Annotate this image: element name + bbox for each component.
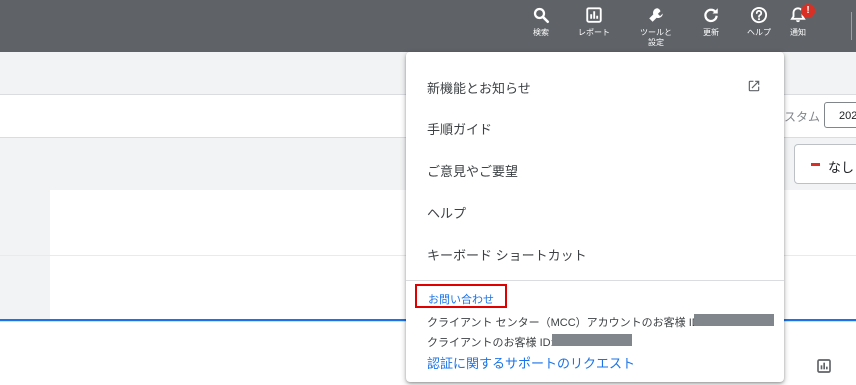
refresh-button[interactable]: 更新	[687, 6, 735, 38]
chart-icon[interactable]	[816, 358, 832, 374]
search-button[interactable]: 検索	[517, 6, 565, 38]
date-input[interactable]: 202	[824, 102, 856, 128]
verification-support-link[interactable]: 認証に関するサポートのリクエスト	[427, 353, 635, 372]
custom-range-label: スタム	[784, 110, 821, 124]
reports-label: レポート	[578, 28, 610, 37]
menu-item-label: ご意見やご要望	[427, 164, 519, 179]
menu-divider	[406, 280, 784, 281]
report-icon	[586, 7, 602, 23]
client-customer-id-label: クライアントのお客様 ID:	[427, 337, 554, 349]
redacted-mcc-id	[694, 314, 774, 326]
contact-us-label: お問い合わせ	[428, 294, 494, 306]
none-button[interactable]: なし	[794, 144, 856, 184]
menu-item-label: キーボード ショートカット	[427, 248, 587, 263]
toolbar-divider	[851, 12, 852, 40]
minus-icon	[811, 163, 820, 166]
contact-us-link[interactable]: お問い合わせ	[415, 284, 507, 308]
wrench-icon	[649, 8, 663, 22]
help-menu: 新機能とお知らせ 手順ガイド ご意見やご要望 ヘルプ キーボード ショートカット…	[406, 52, 784, 382]
menu-item-whats-new[interactable]: 新機能とお知らせ	[406, 66, 784, 106]
tools-settings-button[interactable]: ツールと 設定	[632, 6, 680, 48]
mcc-customer-id-label: クライアント センター（MCC）アカウントのお客様 ID:	[427, 317, 703, 329]
menu-item-keyboard-shortcuts[interactable]: キーボード ショートカット	[406, 233, 784, 273]
top-app-bar: 検索 レポート ツールと 設定 更新 ヘルプ ! 通知	[0, 0, 856, 52]
menu-item-label: 新機能とお知らせ	[427, 81, 531, 96]
redacted-client-id	[552, 334, 632, 346]
none-button-label: なし	[828, 160, 855, 175]
tools-settings-label: ツールと 設定	[640, 28, 672, 47]
menu-item-guides[interactable]: 手順ガイド	[406, 107, 784, 147]
notifications-button[interactable]: ! 通知	[774, 4, 822, 38]
external-link-icon	[748, 80, 760, 92]
refresh-icon	[704, 8, 718, 23]
search-label: 検索	[533, 28, 549, 37]
notification-badge: !	[801, 4, 815, 18]
menu-item-label: 手順ガイド	[427, 122, 493, 137]
menu-item-help[interactable]: ヘルプ	[406, 191, 784, 231]
search-icon	[533, 7, 550, 24]
reports-button[interactable]: レポート	[570, 6, 618, 38]
menu-item-feedback[interactable]: ご意見やご要望	[406, 149, 784, 189]
notifications-label: 通知	[790, 28, 806, 37]
refresh-label: 更新	[703, 28, 719, 37]
help-icon	[750, 6, 768, 24]
menu-item-label: ヘルプ	[427, 206, 467, 221]
